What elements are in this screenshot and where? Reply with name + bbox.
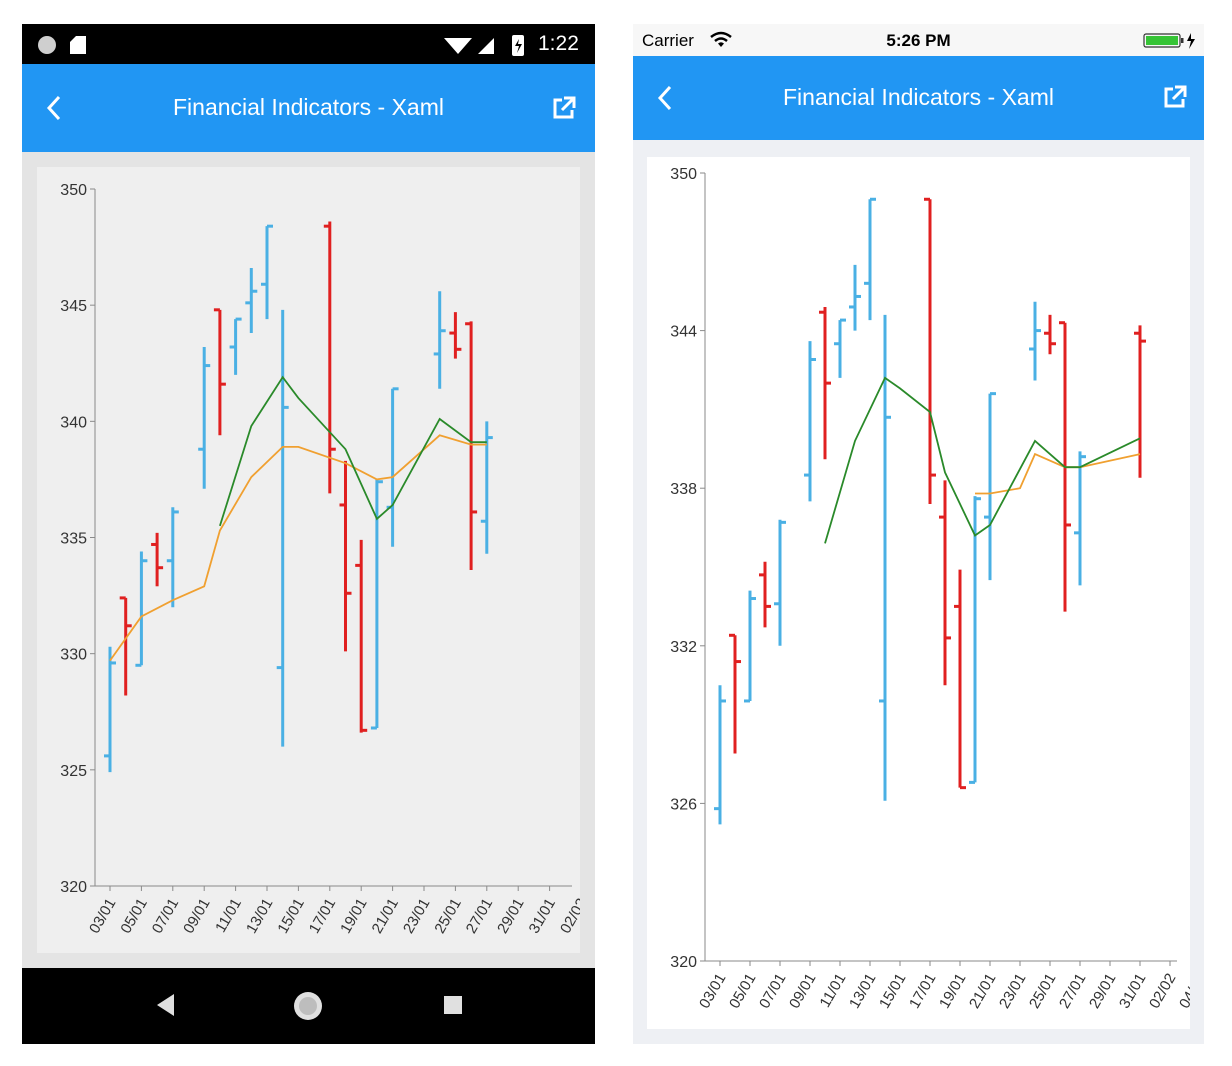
x-tick-label: 29/01: [1086, 971, 1119, 1012]
battery-icon: [1143, 33, 1195, 49]
x-tick-label: 13/01: [243, 896, 276, 937]
x-tick-label: 17/01: [306, 896, 339, 937]
y-tick-label: 350: [670, 166, 697, 183]
x-tick-label: 03/01: [696, 971, 729, 1012]
x-tick-label: 31/01: [1116, 971, 1149, 1012]
android-chart-container: 320 325 330 335 340 345 350 03/01 05/01 07/01 09/0…: [37, 167, 590, 953]
y-tick-label: 320: [60, 879, 87, 896]
x-tick-label: 02/02: [557, 896, 580, 937]
y-tick-label: 320: [670, 954, 697, 971]
y-tick-label: 325: [60, 763, 87, 780]
x-tick-label: 15/01: [274, 896, 307, 937]
x-tick-label: 07/01: [756, 971, 789, 1012]
x-tick-label: 05/01: [726, 971, 759, 1012]
x-tick-label: 29/01: [494, 896, 527, 937]
nav-home-icon[interactable]: [292, 990, 324, 1022]
x-tick-label: 07/01: [149, 896, 182, 937]
nav-recents-icon[interactable]: [442, 994, 464, 1016]
page-title: Financial Indicators - Xaml: [783, 84, 1054, 110]
y-tick-label: 330: [60, 647, 87, 664]
x-tick-label: 19/01: [936, 971, 969, 1012]
x-tick-label: 27/01: [463, 896, 496, 937]
y-tick-label: 344: [670, 324, 697, 341]
ios-chart-container: 320 326 332 338 344 350 03/01 05/01 07/01 09/01 11…: [647, 157, 1204, 1029]
x-tick-label: 13/01: [846, 971, 879, 1012]
x-tick-label: 15/01: [876, 971, 909, 1012]
android-financial-chart: 320 325 330 335 340 345 350 03/0105/0107/0109/0…: [60, 182, 590, 937]
x-tick-label: 11/01: [212, 896, 245, 936]
page-title: Financial Indicators - Xaml: [173, 94, 444, 120]
open-external-icon[interactable]: [1161, 83, 1189, 111]
android-screen: 1:22 Financial Indicators - Xaml 320 325 3…: [22, 24, 595, 1044]
sma-line: [219, 375, 487, 527]
open-external-icon[interactable]: [550, 94, 578, 122]
x-tick-label: 04/02: [1176, 971, 1190, 1012]
x-tick-label: 09/01: [786, 971, 819, 1012]
x-tick-label: 17/01: [906, 971, 939, 1012]
x-tick-label: 11/01: [817, 971, 850, 1011]
ios-app-bar: Financial Indicators - Xaml: [633, 56, 1204, 140]
x-tick-label: 19/01: [337, 896, 370, 937]
y-tick-label: 332: [670, 639, 697, 656]
x-tick-label: 03/01: [86, 896, 119, 937]
y-tick-label: 350: [60, 182, 87, 199]
ios-status-bar: Carrier 5:26 PM: [633, 24, 1204, 56]
y-tick-label: 340: [60, 414, 87, 431]
x-tick-label: 05/01: [117, 896, 150, 937]
nav-back-icon[interactable]: [154, 992, 176, 1018]
x-tick-label: 09/01: [180, 896, 213, 937]
x-tick-label: 27/01: [1056, 971, 1089, 1012]
x-tick-label: 23/01: [400, 896, 433, 937]
y-tick-label: 338: [670, 481, 697, 498]
x-tick-label: 23/01: [996, 971, 1029, 1012]
status-time: 5:26 PM: [886, 31, 951, 50]
android-app-bar: Financial Indicators - Xaml: [22, 64, 595, 152]
signal-battery-icons: [444, 35, 524, 56]
status-notification-icons: [38, 36, 86, 54]
android-status-bar: 1:22: [22, 24, 595, 64]
ema-line: [109, 434, 487, 662]
x-tick-label: 31/01: [526, 896, 559, 937]
ios-screen: Carrier 5:26 PM Financial Indicators - X…: [633, 24, 1204, 1044]
status-time: 1:22: [538, 32, 579, 55]
x-tick-label: 02/02: [1146, 971, 1179, 1012]
x-tick-label: 25/01: [431, 896, 464, 937]
x-tick-label: 21/01: [369, 896, 402, 937]
y-tick-label: 326: [670, 796, 697, 813]
x-tick-label: 21/01: [966, 971, 999, 1012]
sma-line: [824, 376, 1141, 544]
y-tick-label: 345: [60, 298, 87, 315]
android-nav-bar: [22, 968, 595, 1044]
y-tick-label: 335: [60, 531, 87, 548]
ios-financial-chart: 320 326 332 338 344 350 03/0105/0107/0109/0111…: [670, 166, 1204, 1012]
x-tick-label: 25/01: [1026, 971, 1059, 1012]
